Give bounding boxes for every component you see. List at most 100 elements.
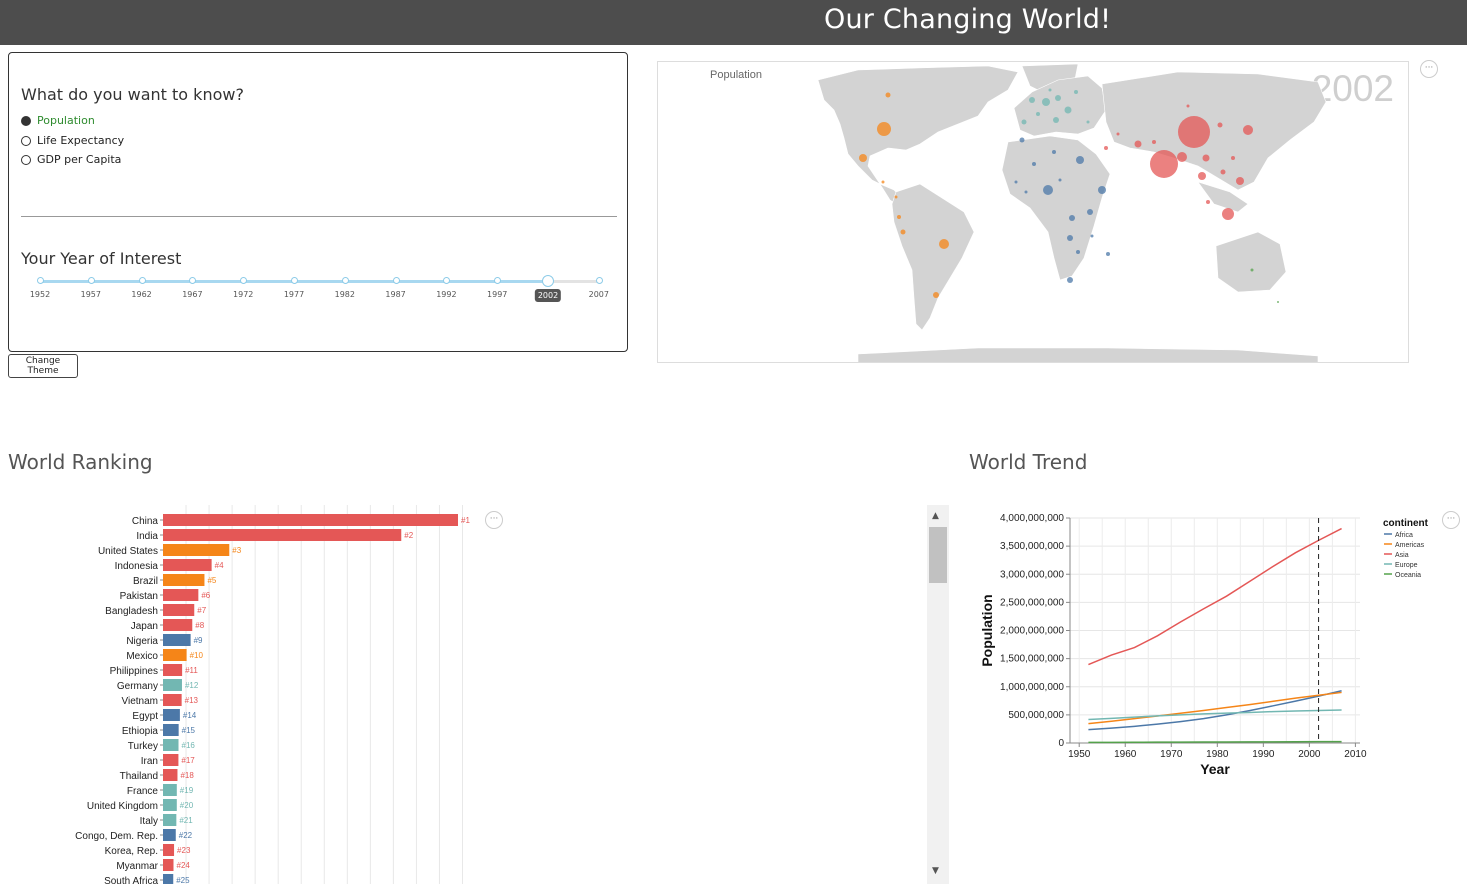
country-label: France [127, 786, 159, 797]
year-slider-stop[interactable] [392, 277, 400, 284]
panel-divider [21, 216, 617, 217]
country-bubble [1178, 116, 1210, 148]
country-label: Thailand [120, 771, 158, 782]
year-tick-label[interactable]: 1982 [335, 290, 355, 299]
country-bubble [1206, 200, 1210, 204]
ranking-scrollbar[interactable]: ▲ ▼ [927, 505, 949, 884]
ranking-bar [163, 844, 175, 856]
scrollbar-thumb[interactable] [929, 527, 947, 583]
country-bubble [900, 229, 906, 235]
country-bubble [1104, 146, 1108, 150]
year-tick-label[interactable]: 1967 [182, 290, 202, 299]
ranking-bar [163, 679, 182, 691]
rank-label: #4 [215, 561, 224, 570]
legend-label: Oceania [1395, 572, 1421, 579]
rank-label: #14 [183, 711, 197, 720]
year-tick-label[interactable]: 1962 [131, 290, 151, 299]
year-tick-label[interactable]: 1957 [81, 290, 101, 299]
control-panel: What do you want to know? Population Lif… [8, 52, 628, 352]
country-bubble [885, 92, 891, 98]
country-bubble [1106, 252, 1110, 256]
scroll-down-arrow-icon[interactable]: ▼ [932, 866, 939, 876]
map-menu-button[interactable]: ··· [1420, 60, 1438, 78]
x-tick-label: 1960 [1114, 749, 1137, 760]
country-bubble [1048, 88, 1052, 92]
radio-icon[interactable] [21, 135, 31, 146]
option-label: GDP per Capita [37, 153, 122, 166]
ranking-bar [163, 544, 230, 556]
series-line-oceania [1088, 740, 1342, 744]
ranking-chart: China #1 India #2 United States #3 Indonesia #4… [75, 505, 470, 884]
country-label: Brazil [133, 576, 158, 587]
year-tick-label[interactable]: 1987 [385, 290, 405, 299]
year-slider-stop[interactable] [37, 277, 44, 284]
rank-label: #11 [185, 666, 198, 675]
rank-label: #12 [185, 681, 199, 690]
change-theme-button[interactable]: Change Theme [8, 354, 78, 378]
year-slider-stop[interactable] [291, 277, 298, 284]
ranking-bar [163, 634, 191, 646]
year-slider-stop[interactable] [341, 277, 349, 284]
year-slider-stop[interactable] [138, 277, 146, 284]
country-bubble [894, 195, 898, 199]
ranking-bar [163, 874, 174, 884]
population-map[interactable]: Population 2002 [657, 61, 1409, 363]
x-tick-label: 2000 [1298, 749, 1321, 760]
year-tick-label[interactable]: 1997 [487, 290, 507, 299]
country-label: Philippines [110, 666, 158, 677]
scroll-up-arrow-icon[interactable]: ▲ [932, 511, 939, 521]
rank-label: #13 [185, 696, 199, 705]
ranking-chart-area[interactable]: China #1 India #2 United States #3 Indonesia #4… [0, 505, 925, 884]
country-bubble [1055, 95, 1061, 101]
year-tick-label[interactable]: 1992 [436, 290, 456, 299]
option-population[interactable]: Population [21, 114, 95, 127]
country-bubble [1069, 215, 1075, 221]
radio-selected-icon[interactable] [21, 115, 31, 126]
year-slider-stop[interactable] [595, 277, 603, 284]
radio-icon[interactable] [21, 154, 31, 165]
land-africa [1001, 135, 1111, 281]
x-tick-label: 1970 [1160, 749, 1183, 760]
legend-label: Asia [1395, 552, 1409, 559]
country-bubble [1186, 104, 1190, 108]
country-label: South Africa [104, 876, 158, 884]
land-australia [1215, 231, 1287, 293]
year-tick-label[interactable]: 1972 [233, 290, 253, 299]
country-bubble [1236, 177, 1244, 185]
country-bubble [1042, 98, 1050, 106]
trend-menu-button[interactable]: ··· [1442, 511, 1460, 529]
year-slider-track[interactable] [39, 280, 601, 283]
ranking-bar [163, 769, 178, 781]
ranking-bar [163, 589, 199, 601]
country-bubble [1024, 190, 1028, 194]
year-tick-label[interactable]: 2002 [534, 289, 562, 302]
year-tick-label[interactable]: 2007 [589, 290, 609, 299]
country-bubble [1021, 119, 1027, 125]
trend-chart: 0 500,000,000 1,000,000,000 1,500,000,000 2,… [979, 513, 1429, 777]
ranking-bar [163, 604, 195, 616]
country-bubble [877, 122, 891, 136]
trend-chart-area[interactable]: 0 500,000,000 1,000,000,000 1,500,000,000 2,… [970, 505, 1467, 795]
y-tick-label: 4,000,000,000 [1000, 513, 1064, 524]
ranking-bar [163, 514, 458, 526]
ranking-menu-button[interactable]: ··· [485, 511, 503, 529]
year-tick-label[interactable]: 1977 [284, 290, 304, 299]
option-life-expectancy[interactable]: Life Expectancy [21, 134, 124, 147]
ranking-bar [163, 649, 187, 661]
country-label: India [136, 531, 158, 542]
country-label: Japan [131, 621, 158, 632]
year-slider-handle[interactable] [542, 275, 554, 287]
series-line-americas [1088, 691, 1342, 725]
year-slider-stop[interactable] [87, 277, 95, 284]
country-label: Germany [117, 681, 158, 692]
country-label: Nigeria [126, 636, 158, 647]
ranking-bar [163, 709, 180, 721]
x-tick-label: 2010 [1344, 749, 1367, 760]
country-bubble [1134, 140, 1142, 148]
option-gdp-per-capita[interactable]: GDP per Capita [21, 153, 121, 166]
country-label: Mexico [126, 651, 158, 662]
y-tick-label: 3,500,000,000 [1000, 541, 1064, 552]
world-map-svg [817, 63, 1327, 362]
country-bubble [1036, 112, 1040, 116]
year-tick-label[interactable]: 1952 [30, 290, 50, 299]
